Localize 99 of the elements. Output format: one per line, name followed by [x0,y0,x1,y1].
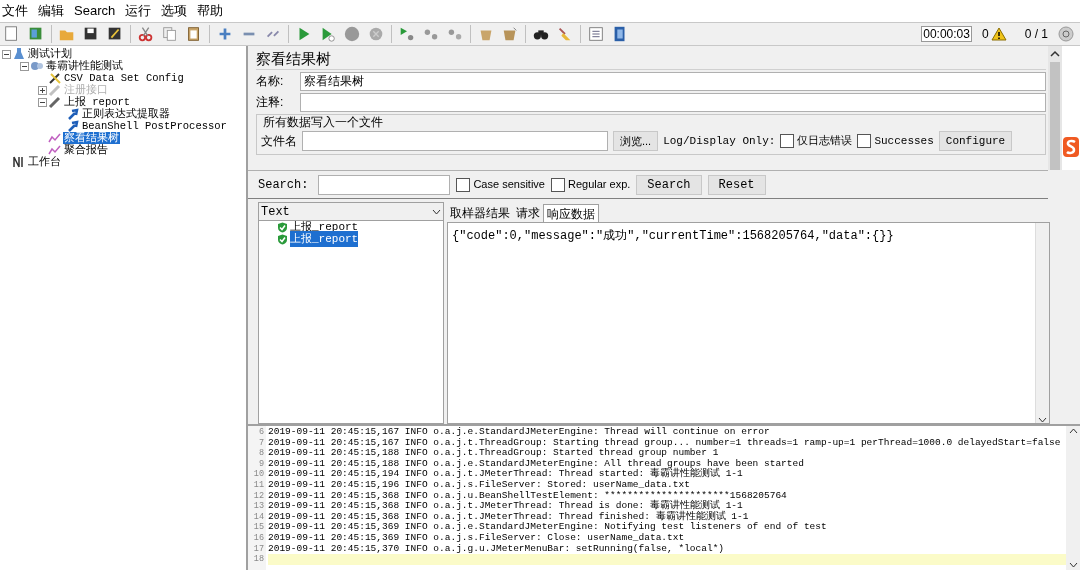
checkbox-label: 仅日志错误 [797,133,853,149]
checkbox-label: Regular exp. [567,177,631,193]
group-legend: 所有数据写入一个文件 [261,115,1041,130]
line-number: 7 [257,437,264,449]
menu-item[interactable]: 文件 [2,1,28,21]
log-line: 2019-09-11 20:45:15,188 INFO o.a.j.e.StandardJMeterEngine: All thread groups have been started [268,458,805,469]
chevron-down-icon [432,208,441,215]
menu-item[interactable]: 编辑 [38,1,64,21]
thread-count: 0 / 1 [1024,26,1048,43]
tree-item[interactable]: 工作台 [27,156,62,168]
checkbox[interactable] [550,177,565,192]
scroll-down-icon [1038,417,1047,423]
expand-toggle-icon[interactable] [20,61,29,71]
log-line: 2019-09-11 20:45:15,370 INFO o.a.j.g.u.JMeterMenuBar: setRunning(false, *local*) [268,543,726,555]
menu-item[interactable]: 选项 [161,1,188,21]
tree-item[interactable]: CSV Data Set Config [63,72,185,84]
tree-item[interactable]: 察看结果树 [63,132,120,144]
configure-button[interactable]: Configure [938,131,1013,151]
checkbox-label: Case sensitive [473,177,545,193]
comment-field[interactable] [300,92,1046,112]
line-number: 11 [252,479,264,491]
log-line: 2019-09-11 20:45:15,368 INFO o.a.j.t.JMeterThread: Thread is done: 毒霸讲性能测试 1-1 [268,501,744,512]
copy-icon[interactable] [161,25,179,43]
ime-logo-icon [1062,136,1080,158]
menu-item[interactable]: 运行 [125,1,152,21]
log-line: 2019-09-11 20:45:15,167 INFO o.a.j.e.StandardJMeterEngine: Thread will continue on error [268,427,771,438]
tab[interactable]: 响应数据 [543,204,599,222]
line-number: 8 [257,448,264,459]
line-number: 17 [252,543,264,555]
expand-toggle-icon[interactable] [2,49,11,59]
tree-item[interactable]: 正则表达式提取器 [81,108,171,120]
checkbox[interactable] [780,134,795,148]
shutdown-icon[interactable] [367,25,385,43]
line-number: 13 [252,501,264,512]
scrollbar[interactable] [1048,46,1062,170]
menu-item[interactable]: 帮助 [197,1,224,21]
file-name-field[interactable] [302,131,608,151]
line-number: 15 [252,522,264,533]
field-label: 名称: [256,73,285,90]
checkbox[interactable] [456,177,471,192]
name-field[interactable]: 察看结果树 [300,71,1046,91]
log-line: 2019-09-11 20:45:15,167 INFO o.a.j.t.ThreadGroup: Starting thread group... number=1 threads=1 ramp-up=1 perThread=1000.0 delayedStart=false [268,437,1062,448]
browse-button[interactable]: 浏览... [613,131,659,151]
search-button[interactable]: Search [636,174,702,195]
line-number: 9 [257,458,264,470]
scroll-up-icon[interactable] [1050,50,1060,58]
tab[interactable]: 请求 [513,204,543,222]
chart-icon [48,143,62,157]
line-number: 16 [252,532,264,544]
stop-icon[interactable] [343,25,361,43]
line-number: 14 [252,511,264,523]
scroll-up-icon [1068,428,1078,434]
elapsed-time-field: 00:00:03 [921,26,972,42]
log-line: 2019-09-11 20:45:15,369 INFO o.a.j.e.StandardJMeterEngine: Notifying test listeners of end of test [268,522,828,533]
expand-toggle-icon[interactable] [38,97,47,107]
check-shield-icon [277,233,288,245]
log-line: 2019-09-11 20:45:15,369 INFO o.a.j.s.FileServer: Close: userName_data.txt [268,532,686,544]
remote-status-icon [1058,26,1074,42]
log-line: 2019-09-11 20:45:15,368 INFO o.a.j.t.JMeterThread: Thread finished: 毒霸讲性能测试 1-1 [268,511,750,522]
scroll-down-icon [1068,562,1078,568]
field-label: 文件名 [261,133,297,150]
field-label: Log/Display Only: [663,133,776,149]
checkbox-label: Successes [874,133,934,149]
warning-icon [990,27,1007,41]
arrow-icon [66,119,80,133]
line-number: 10 [252,469,264,480]
response-text: {"code":0,"message":"成功","currentTime":1568205764,"data":{}} [452,228,894,245]
field-label: 注释: [256,94,285,111]
reset-button[interactable]: Reset [707,174,766,195]
arrow-icon [66,107,80,121]
line-number: 6 [257,427,264,438]
warning-count: 0 [981,26,989,43]
checkbox[interactable] [857,134,872,148]
tree-item[interactable]: 聚合报告 [63,144,109,156]
sample-result-item[interactable]: 上报_report [290,230,359,248]
function-list-icon[interactable] [587,25,605,43]
log-line: 2019-09-11 20:45:15,368 INFO o.a.j.u.BeanShellTestElement: **********************1568205764 [268,490,788,501]
search-field[interactable] [318,174,451,195]
chart-icon [48,131,62,145]
check-shield-icon [277,221,288,233]
log-line: 2019-09-11 20:45:15,196 INFO o.a.j.s.FileServer: Stored: userName_data.txt [268,479,691,491]
tree-item[interactable]: 上报 report [63,96,132,108]
tree-item[interactable]: 测试计划 [27,48,73,60]
tab[interactable]: 取样器结果 [447,204,513,222]
tree-item[interactable]: BeanShell PostProcessor [81,120,228,132]
scrollbar[interactable] [1066,426,1080,570]
line-number: 12 [252,490,264,502]
renderer-dropdown[interactable]: Text [259,203,443,221]
scrollbar[interactable] [1035,223,1049,423]
remote-start-icon[interactable] [398,25,416,43]
field-label: Search: [258,176,309,194]
menu-item[interactable]: Search [74,1,116,21]
log-line: 2019-09-11 20:45:15,188 INFO o.a.j.t.ThreadGroup: Started thread group number 1 [268,448,720,459]
tree-item[interactable]: 毒霸讲性能测试 [45,60,124,72]
cut-icon[interactable] [137,25,155,43]
log-line: 2019-09-11 20:45:15,194 INFO o.a.j.t.JMeterThread: Thread started: 毒霸讲性能测试 1-1 [268,469,744,480]
line-number: 18 [252,554,264,565]
wrench-icon [48,71,62,85]
panel-title: 察看结果树 [256,48,1046,70]
